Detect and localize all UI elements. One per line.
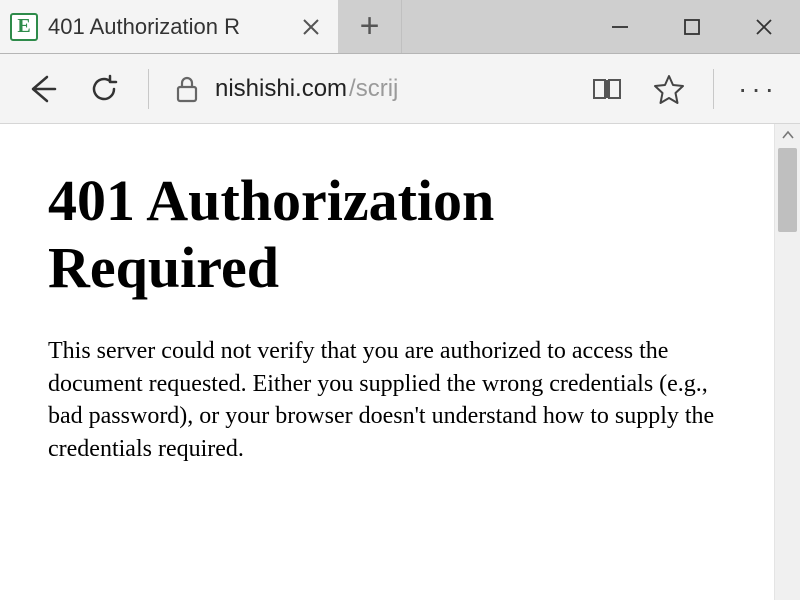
tab-title: 401 Authorization R — [48, 14, 288, 40]
favorite-button[interactable] — [641, 61, 697, 117]
new-tab-button[interactable]: + — [338, 0, 402, 53]
error-body: This server could not verify that you ar… — [48, 335, 726, 465]
window-close-button[interactable] — [728, 0, 800, 53]
vertical-scrollbar[interactable] — [774, 124, 800, 600]
address-path: /scrij — [349, 75, 398, 103]
maximize-button[interactable] — [656, 0, 728, 53]
minimize-button[interactable] — [584, 0, 656, 53]
tab-strip: E 401 Authorization R + — [0, 0, 800, 54]
content-area: 401 Authorization Required This server c… — [0, 124, 800, 600]
address-bar[interactable]: nishishi.com/scrij — [215, 75, 573, 103]
scroll-thumb[interactable] — [778, 148, 797, 232]
refresh-button[interactable] — [76, 61, 132, 117]
window-controls — [584, 0, 800, 53]
address-domain: nishishi.com — [215, 75, 347, 103]
favicon-icon: E — [10, 13, 38, 41]
reading-view-button[interactable] — [579, 61, 635, 117]
toolbar-divider — [148, 69, 149, 109]
close-tab-button[interactable] — [298, 18, 324, 36]
toolbar-divider-2 — [713, 69, 714, 109]
back-button[interactable] — [14, 61, 70, 117]
lock-icon[interactable] — [165, 74, 209, 104]
error-heading: 401 Authorization Required — [48, 168, 726, 301]
toolbar: nishishi.com/scrij ··· — [0, 54, 800, 124]
page-content: 401 Authorization Required This server c… — [0, 124, 774, 600]
more-actions-button[interactable]: ··· — [730, 61, 786, 117]
active-tab[interactable]: E 401 Authorization R — [0, 0, 338, 53]
tab-strip-spacer — [402, 0, 584, 53]
scroll-up-icon[interactable] — [775, 124, 800, 146]
